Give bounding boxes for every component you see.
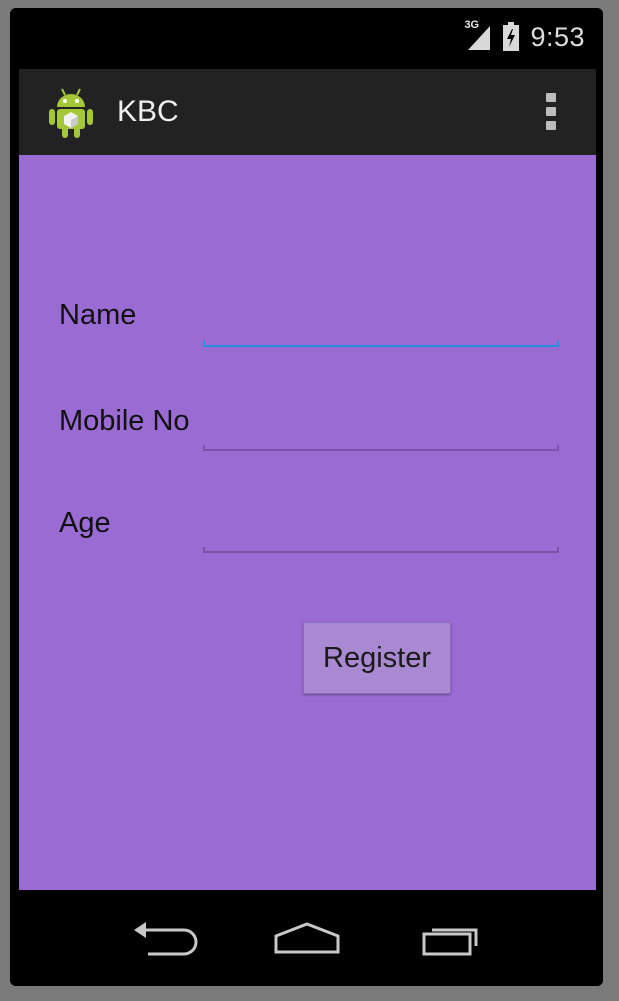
device-screen: 3G 9:53 KBC Name Mobile No Age Register (10, 8, 603, 986)
back-icon[interactable] (130, 916, 200, 960)
registration-form: Name Mobile No Age Register (19, 155, 596, 896)
mobile-no-input[interactable] (203, 423, 563, 451)
network-type-label: 3G (464, 19, 480, 31)
status-icons: 3G 9:53 (464, 19, 585, 52)
age-input[interactable] (203, 525, 563, 553)
app-title: KBC (117, 95, 179, 128)
mobile-field-wrapper (203, 423, 563, 451)
home-icon[interactable] (272, 916, 342, 960)
status-bar: 3G 9:53 (10, 8, 603, 64)
age-label: Age (59, 507, 111, 539)
android-icon[interactable] (47, 87, 95, 139)
action-bar: KBC (19, 69, 596, 155)
navigation-bar (10, 890, 603, 986)
register-button[interactable]: Register (303, 622, 451, 694)
status-time: 9:53 (530, 21, 585, 52)
mobile-no-label: Mobile No (59, 405, 190, 437)
name-label: Name (59, 299, 137, 331)
signal-icon: 3G (464, 19, 492, 52)
age-field-wrapper (203, 525, 563, 553)
recent-apps-icon[interactable] (418, 916, 488, 960)
name-input[interactable] (203, 319, 563, 347)
name-field-wrapper (203, 319, 563, 347)
battery-icon (502, 22, 520, 52)
overflow-menu-icon[interactable] (546, 93, 558, 133)
